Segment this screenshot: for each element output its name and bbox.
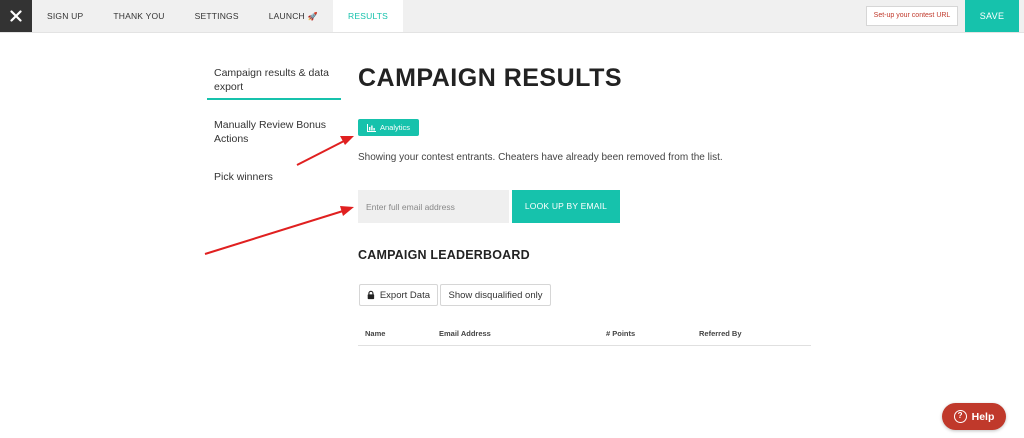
show-disqualified-button[interactable]: Show disqualified only: [440, 284, 551, 306]
tab-label: LAUNCH: [268, 11, 305, 21]
rocket-icon: 🚀: [307, 12, 319, 21]
step-tabs: SIGN UP THANK YOU SETTINGS LAUNCH 🚀 RESUL…: [32, 0, 404, 32]
column-header-referred-by: Referred By: [699, 329, 742, 338]
tab-label: SETTINGS: [194, 11, 239, 21]
analytics-label: Analytics: [379, 123, 410, 132]
help-label: Help: [971, 410, 995, 423]
sidebar-item-campaign-results[interactable]: Campaign results & data export: [214, 66, 340, 94]
sidebar-active-indicator: [207, 98, 341, 100]
lock-icon: [367, 290, 375, 300]
bar-chart-icon: [366, 123, 376, 132]
tab-results[interactable]: RESULTS: [333, 0, 404, 32]
tab-sign-up[interactable]: SIGN UP: [32, 0, 98, 32]
analytics-button[interactable]: Analytics: [358, 119, 419, 136]
lookup-by-email-button[interactable]: LOOK UP BY EMAIL: [512, 190, 620, 223]
column-header-points: # Points: [606, 329, 636, 338]
leaderboard-title: CAMPAIGN LEADERBOARD: [358, 248, 530, 262]
top-bar: SIGN UP THANK YOU SETTINGS LAUNCH 🚀 RESUL…: [0, 0, 1024, 33]
email-lookup-input[interactable]: [358, 190, 509, 223]
column-header-name: Name: [365, 329, 386, 338]
sidebar-item-review-bonus-actions[interactable]: Manually Review Bonus Actions: [214, 118, 340, 146]
annotation-arrow: [204, 206, 354, 255]
sidebar-item-pick-winners[interactable]: Pick winners: [214, 170, 340, 184]
export-data-button[interactable]: Export Data: [359, 284, 438, 306]
setup-contest-url-button[interactable]: Set-up your contest URL: [866, 6, 958, 26]
tab-settings[interactable]: SETTINGS: [180, 0, 254, 32]
page-title: CAMPAIGN RESULTS: [358, 64, 623, 92]
column-header-email: Email Address: [439, 329, 491, 338]
tab-thank-you[interactable]: THANK YOU: [98, 0, 179, 32]
question-mark-icon: ?: [953, 410, 967, 423]
tab-label: RESULTS: [348, 11, 389, 21]
save-button[interactable]: SAVE: [965, 0, 1019, 32]
close-icon: [10, 10, 22, 22]
results-description: Showing your contest entrants. Cheaters …: [358, 152, 723, 163]
tab-launch[interactable]: LAUNCH 🚀: [254, 0, 333, 32]
show-disqualified-label: Show disqualified only: [448, 289, 543, 301]
tab-label: THANK YOU: [113, 11, 165, 21]
table-divider: [358, 345, 811, 346]
help-button[interactable]: ? Help: [942, 403, 1006, 430]
export-data-label: Export Data: [379, 289, 430, 301]
tab-label: SIGN UP: [47, 11, 84, 21]
close-button[interactable]: [0, 0, 32, 32]
